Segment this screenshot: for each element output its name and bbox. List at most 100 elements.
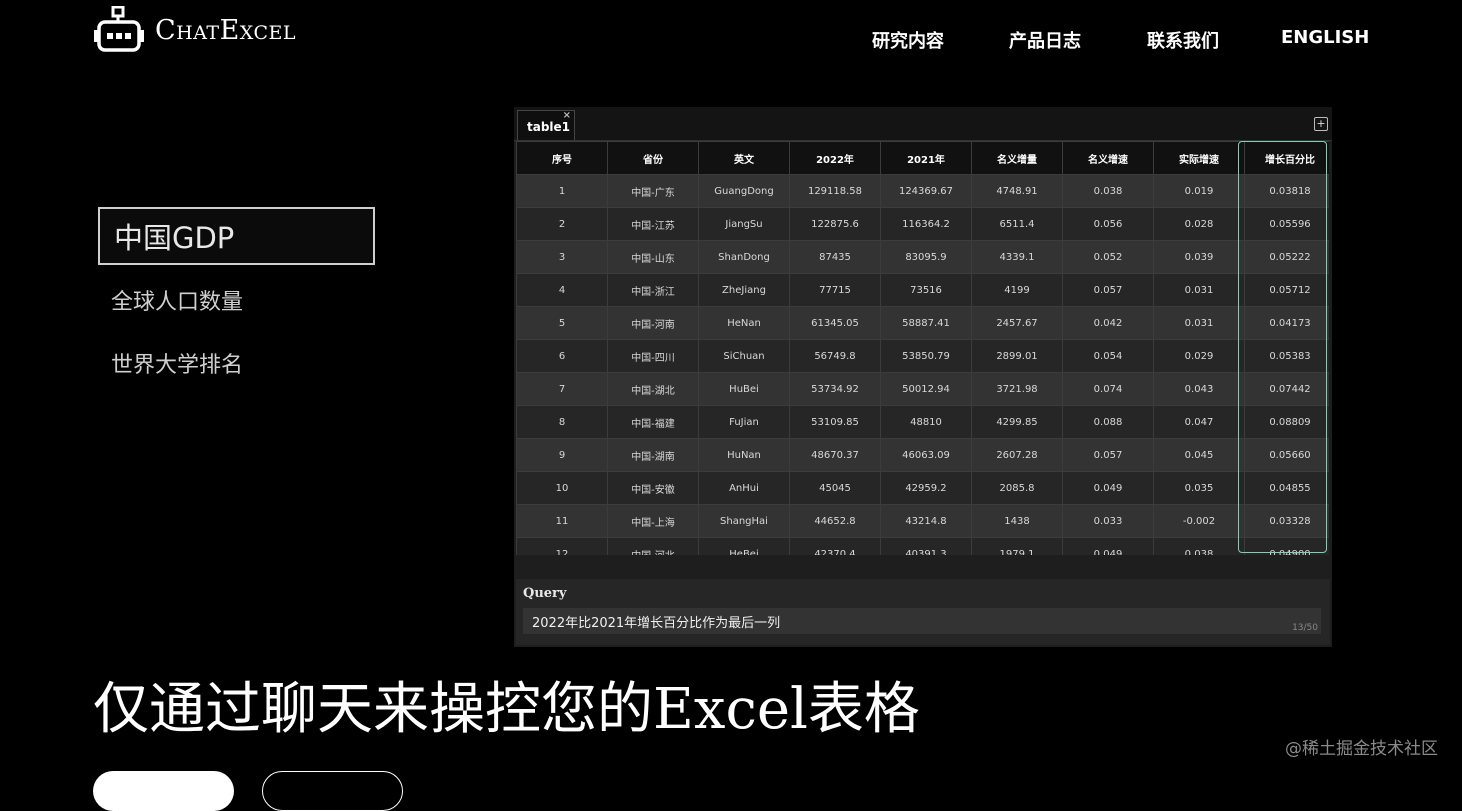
table-cell[interactable]: 77715 bbox=[789, 273, 881, 307]
table-cell[interactable]: 9 bbox=[516, 438, 608, 472]
table-cell[interactable]: 6511.4 bbox=[971, 207, 1063, 241]
secondary-button[interactable] bbox=[262, 771, 403, 811]
table-cell[interactable]: 0.031 bbox=[1153, 306, 1245, 340]
table-cell[interactable]: 0.052 bbox=[1062, 240, 1154, 274]
table-cell[interactable]: HuNan bbox=[698, 438, 790, 472]
sidebar-item-university-ranking[interactable]: 世界大学排名 bbox=[111, 347, 243, 379]
table-cell[interactable]: 2607.28 bbox=[971, 438, 1063, 472]
table-cell[interactable]: ShanDong bbox=[698, 240, 790, 274]
table-cell[interactable]: 50012.94 bbox=[880, 372, 972, 406]
table-cell[interactable]: 0.029 bbox=[1153, 339, 1245, 373]
table-cell[interactable]: AnHui bbox=[698, 471, 790, 505]
table-cell[interactable]: 3721.98 bbox=[971, 372, 1063, 406]
nav-research[interactable]: 研究内容 bbox=[872, 27, 944, 53]
query-input[interactable] bbox=[523, 608, 1321, 634]
table-cell[interactable]: 6 bbox=[516, 339, 608, 373]
table-cell[interactable]: 0.047 bbox=[1153, 405, 1245, 439]
table-cell[interactable]: 53734.92 bbox=[789, 372, 881, 406]
column-header[interactable]: 英文 bbox=[698, 141, 790, 175]
table-cell[interactable]: 中国-河南 bbox=[607, 306, 699, 340]
table-cell[interactable]: 0.028 bbox=[1153, 207, 1245, 241]
column-header[interactable]: 序号 bbox=[516, 141, 608, 175]
table-cell[interactable]: HeNan bbox=[698, 306, 790, 340]
table-cell[interactable]: 73516 bbox=[880, 273, 972, 307]
column-header[interactable]: 名义增速 bbox=[1062, 141, 1154, 175]
table-cell[interactable]: JiangSu bbox=[698, 207, 790, 241]
table-cell[interactable]: 0.04173 bbox=[1244, 306, 1329, 340]
table-cell[interactable]: 1979.1 bbox=[971, 537, 1063, 555]
table-cell[interactable]: 4299.85 bbox=[971, 405, 1063, 439]
table-cell[interactable]: 0.031 bbox=[1153, 273, 1245, 307]
table-cell[interactable]: 46063.09 bbox=[880, 438, 972, 472]
table-cell[interactable]: 0.08809 bbox=[1244, 405, 1329, 439]
table-cell[interactable]: 5 bbox=[516, 306, 608, 340]
table-cell[interactable]: 中国-四川 bbox=[607, 339, 699, 373]
table-cell[interactable]: 129118.58 bbox=[789, 174, 881, 208]
table-cell[interactable]: 0.04855 bbox=[1244, 471, 1329, 505]
table-cell[interactable]: 0.035 bbox=[1153, 471, 1245, 505]
column-header[interactable]: 名义增量 bbox=[971, 141, 1063, 175]
table-cell[interactable]: 0.056 bbox=[1062, 207, 1154, 241]
table-cell[interactable]: 中国-福建 bbox=[607, 405, 699, 439]
table-cell[interactable]: 0.074 bbox=[1062, 372, 1154, 406]
nav-english[interactable]: ENGLISH bbox=[1281, 27, 1369, 48]
table-cell[interactable]: 12 bbox=[516, 537, 608, 555]
table-cell[interactable]: 42959.2 bbox=[880, 471, 972, 505]
nav-changelog[interactable]: 产品日志 bbox=[1009, 27, 1081, 53]
table-cell[interactable]: 56749.8 bbox=[789, 339, 881, 373]
table-cell[interactable]: 中国-河北 bbox=[607, 537, 699, 555]
primary-button[interactable] bbox=[93, 771, 234, 811]
table-cell[interactable]: 0.05383 bbox=[1244, 339, 1329, 373]
table-cell[interactable]: 10 bbox=[516, 471, 608, 505]
table-cell[interactable]: 3 bbox=[516, 240, 608, 274]
table-cell[interactable]: 中国-湖南 bbox=[607, 438, 699, 472]
sidebar-item-china-gdp[interactable]: 中国GDP bbox=[98, 207, 375, 265]
table-cell[interactable]: ZheJiang bbox=[698, 273, 790, 307]
table-cell[interactable]: 0.05596 bbox=[1244, 207, 1329, 241]
table-cell[interactable]: 0.038 bbox=[1153, 537, 1245, 555]
table-cell[interactable]: 0.054 bbox=[1062, 339, 1154, 373]
table-cell[interactable]: 1438 bbox=[971, 504, 1063, 538]
table-cell[interactable]: 45045 bbox=[789, 471, 881, 505]
table-cell[interactable]: 0.019 bbox=[1153, 174, 1245, 208]
table-cell[interactable]: 0.088 bbox=[1062, 405, 1154, 439]
table-cell[interactable]: 124369.67 bbox=[880, 174, 972, 208]
table-cell[interactable]: 116364.2 bbox=[880, 207, 972, 241]
sidebar-item-world-population[interactable]: 全球人口数量 bbox=[111, 284, 243, 316]
table-cell[interactable]: 0.057 bbox=[1062, 438, 1154, 472]
table-cell[interactable]: 0.04900 bbox=[1244, 537, 1329, 555]
table-cell[interactable]: HeBei bbox=[698, 537, 790, 555]
table-cell[interactable]: 0.03818 bbox=[1244, 174, 1329, 208]
table-cell[interactable]: HuBei bbox=[698, 372, 790, 406]
table-cell[interactable]: 7 bbox=[516, 372, 608, 406]
table-cell[interactable]: 2085.8 bbox=[971, 471, 1063, 505]
table-cell[interactable]: 58887.41 bbox=[880, 306, 972, 340]
table-cell[interactable]: 11 bbox=[516, 504, 608, 538]
table-cell[interactable]: 87435 bbox=[789, 240, 881, 274]
table-cell[interactable]: 4 bbox=[516, 273, 608, 307]
table-cell[interactable]: 2 bbox=[516, 207, 608, 241]
table-cell[interactable]: 中国-江苏 bbox=[607, 207, 699, 241]
table-cell[interactable]: 1 bbox=[516, 174, 608, 208]
table-cell[interactable]: 0.033 bbox=[1062, 504, 1154, 538]
table-cell[interactable]: 中国-广东 bbox=[607, 174, 699, 208]
table-cell[interactable]: 0.05222 bbox=[1244, 240, 1329, 274]
table-cell[interactable]: 4199 bbox=[971, 273, 1063, 307]
table-cell[interactable]: 2457.67 bbox=[971, 306, 1063, 340]
table-cell[interactable]: 中国-浙江 bbox=[607, 273, 699, 307]
table-cell[interactable]: FuJian bbox=[698, 405, 790, 439]
table-cell[interactable]: GuangDong bbox=[698, 174, 790, 208]
table-cell[interactable]: 4748.91 bbox=[971, 174, 1063, 208]
table-cell[interactable]: 44652.8 bbox=[789, 504, 881, 538]
table-cell[interactable]: 0.045 bbox=[1153, 438, 1245, 472]
table-cell[interactable]: 4339.1 bbox=[971, 240, 1063, 274]
table-cell[interactable]: 43214.8 bbox=[880, 504, 972, 538]
table-cell[interactable]: 40391.3 bbox=[880, 537, 972, 555]
table-cell[interactable]: 83095.9 bbox=[880, 240, 972, 274]
table-cell[interactable]: 中国-安徽 bbox=[607, 471, 699, 505]
table-cell[interactable]: SiChuan bbox=[698, 339, 790, 373]
table-cell[interactable]: 0.049 bbox=[1062, 537, 1154, 555]
plus-square-icon[interactable]: + bbox=[1314, 117, 1328, 131]
column-header[interactable]: 省份 bbox=[607, 141, 699, 175]
table-cell[interactable]: 0.05660 bbox=[1244, 438, 1329, 472]
